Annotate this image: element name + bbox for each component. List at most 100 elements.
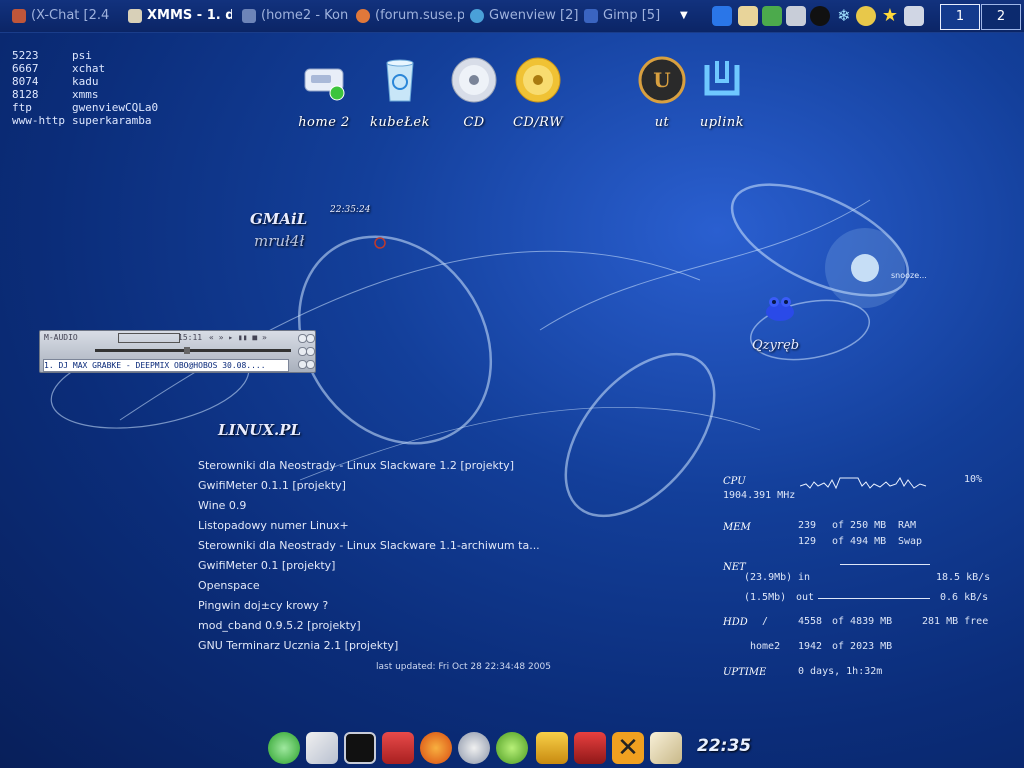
editor-icon[interactable] xyxy=(306,732,338,764)
terminal-icon[interactable] xyxy=(344,732,376,764)
bomb-icon[interactable] xyxy=(810,6,830,26)
cd-icon xyxy=(451,57,497,103)
desktop-icon-cdrw[interactable]: CD/RW xyxy=(498,55,578,130)
task-firefox[interactable]: (forum.suse.p xyxy=(356,0,464,32)
list-item: 6667 xchat xyxy=(12,62,106,75)
xmms-player[interactable]: M-AUDIO 15:11 « » ▸ ▮▮ ■ » 1. DJ MAX GRA… xyxy=(39,330,316,373)
cpu-label: CPU xyxy=(723,476,746,487)
list-item: ftp gwenviewCQLa0 xyxy=(12,101,159,114)
net-out-total: (1.5Mb) xyxy=(744,592,787,603)
task-xchat[interactable]: (X-Chat [2.4 xyxy=(12,0,118,32)
kopete-icon[interactable] xyxy=(458,732,490,764)
net-in-graph-line xyxy=(840,564,930,565)
hdd-root-used: 4558 xyxy=(798,616,823,627)
cpu-freq: 1904.391 MHz xyxy=(723,490,796,501)
list-item: 8128 xmms xyxy=(12,88,99,101)
news-item[interactable]: Openspace xyxy=(198,576,540,596)
widget-clock-small: 22:35:24 xyxy=(330,205,371,215)
desktop-icon-uplink[interactable]: uplink xyxy=(682,55,762,130)
xmms-time: 15:11 xyxy=(178,333,203,342)
xmms-controls[interactable]: « » ▸ ▮▮ ■ » xyxy=(209,333,267,342)
desktop-icon-trash[interactable]: kubeŁek xyxy=(360,55,440,130)
xmms-shade-button[interactable] xyxy=(306,334,315,343)
star-icon[interactable]: ★ xyxy=(880,6,900,26)
taskbar: (X-Chat [2.4 XMMS - 1. dj (home2 - Kon (… xyxy=(0,0,1024,33)
net-out-rate: 0.6 kB/s xyxy=(940,592,989,603)
konqueror-icon xyxy=(242,8,256,23)
desktop-icon-home2[interactable]: home 2 xyxy=(284,55,364,130)
news-updated: last updated: Fri Oct 28 22:34:48 2005 xyxy=(376,662,551,672)
net-in-rate: 18.5 kB/s xyxy=(936,572,991,583)
cpu-graph xyxy=(800,477,927,490)
xmms-seek-bar[interactable] xyxy=(95,347,291,354)
xmms-seek-handle[interactable] xyxy=(184,347,191,354)
snooze-label[interactable]: snooze... xyxy=(891,271,927,280)
volume-icon[interactable] xyxy=(786,6,806,26)
clipboard-icon[interactable] xyxy=(904,6,924,26)
desktop-2-button[interactable]: 2 xyxy=(981,4,1021,30)
ut-icon: U xyxy=(638,56,686,104)
xmms-playlist-button[interactable] xyxy=(306,347,315,356)
task-gwenview[interactable]: Gwenview [2] xyxy=(470,0,578,32)
task-gimp[interactable]: Gimp [5] xyxy=(584,0,664,32)
mem-label: MEM xyxy=(723,522,751,533)
gmail-widget-title[interactable]: GMAiL xyxy=(250,210,307,228)
swap-kind: Swap xyxy=(898,536,923,547)
news-item[interactable]: Pingwin doj±cy krowy ? xyxy=(198,596,540,616)
klipper-icon[interactable] xyxy=(738,6,758,26)
hdd-label: HDD xyxy=(723,617,748,628)
xchat-icon xyxy=(12,8,26,23)
news-item[interactable]: mod_cband 0.9.5.2 [projekty] xyxy=(198,616,540,636)
cpu-percent: 10% xyxy=(964,474,983,485)
xmms-song-title[interactable]: 1. DJ MAX GRABKE - DEEPMIX OBO@HOBOS 30.… xyxy=(43,359,289,372)
gwenview-icon xyxy=(470,8,484,23)
hdd-root-total: of 4839 MB xyxy=(832,616,893,627)
xmms-icon xyxy=(128,8,142,23)
task-list-chevron-icon[interactable]: ▼ xyxy=(680,0,694,32)
swap-total: of 494 MB xyxy=(832,536,887,547)
suse-icon[interactable] xyxy=(268,732,300,764)
xchat-icon[interactable] xyxy=(496,732,528,764)
xmms-titlebar[interactable]: M-AUDIO 15:11 « » ▸ ▮▮ ■ » xyxy=(44,333,296,343)
news-item[interactable]: Sterowniki dla Neostrady - Linux Slackwa… xyxy=(198,456,540,476)
snowflake-icon[interactable]: ❄ xyxy=(834,6,854,26)
weather-icon[interactable] xyxy=(856,6,876,26)
dock-clock[interactable]: 22:35 xyxy=(697,736,751,756)
news-list: Sterowniki dla Neostrady - Linux Slackwa… xyxy=(198,456,540,656)
gimp-icon xyxy=(584,8,598,23)
net-out-graph-line xyxy=(818,598,930,599)
ram-total: of 250 MB xyxy=(832,520,887,531)
battery-icon[interactable] xyxy=(762,6,782,26)
swap-used: 129 xyxy=(798,536,817,547)
news-item[interactable]: GwifiMeter 0.1 [projekty] xyxy=(198,556,540,576)
uptime-label: UPTIME xyxy=(723,667,767,678)
home-icon[interactable] xyxy=(382,732,414,764)
firefox-icon[interactable] xyxy=(420,732,452,764)
hdd-home-used: 1942 xyxy=(798,641,823,652)
hdd-root-free: 281 MB free xyxy=(922,616,989,627)
hdd-root-mount: / xyxy=(762,616,769,627)
close-x-icon[interactable]: ✕ xyxy=(612,732,644,764)
news-item[interactable]: Listopadowy numer Linux+ xyxy=(198,516,540,536)
firefox-icon xyxy=(356,8,370,23)
task-xmms[interactable]: XMMS - 1. dj xyxy=(128,0,232,32)
net-in-dir: in xyxy=(798,572,811,583)
desktop-1-button[interactable]: 1 xyxy=(940,4,980,30)
trash-icon xyxy=(386,59,414,102)
frog-label: Qzyręb xyxy=(752,338,800,353)
download-icon[interactable] xyxy=(712,6,732,26)
hdd-home-total: of 2023 MB xyxy=(832,641,893,652)
news-item[interactable]: Wine 0.9 xyxy=(198,496,540,516)
xmms-repeat-button[interactable] xyxy=(306,360,315,369)
net-in-total: (23.9Mb) xyxy=(744,572,793,583)
news-item[interactable]: GwifiMeter 0.1.1 [projekty] xyxy=(198,476,540,496)
linuxpl-title[interactable]: LINUX.PL xyxy=(218,421,301,439)
news-item[interactable]: GNU Terminarz Ucznia 2.1 [projekty] xyxy=(198,636,540,656)
mail-icon[interactable] xyxy=(650,732,682,764)
list-item: www-http superkaramba xyxy=(12,114,152,127)
archive-icon[interactable] xyxy=(536,732,568,764)
xmms-icon[interactable] xyxy=(574,732,606,764)
news-item[interactable]: Sterowniki dla Neostrady - Linux Slackwa… xyxy=(198,536,540,556)
task-konqueror[interactable]: (home2 - Kon xyxy=(242,0,350,32)
frog-icon[interactable] xyxy=(760,288,800,328)
